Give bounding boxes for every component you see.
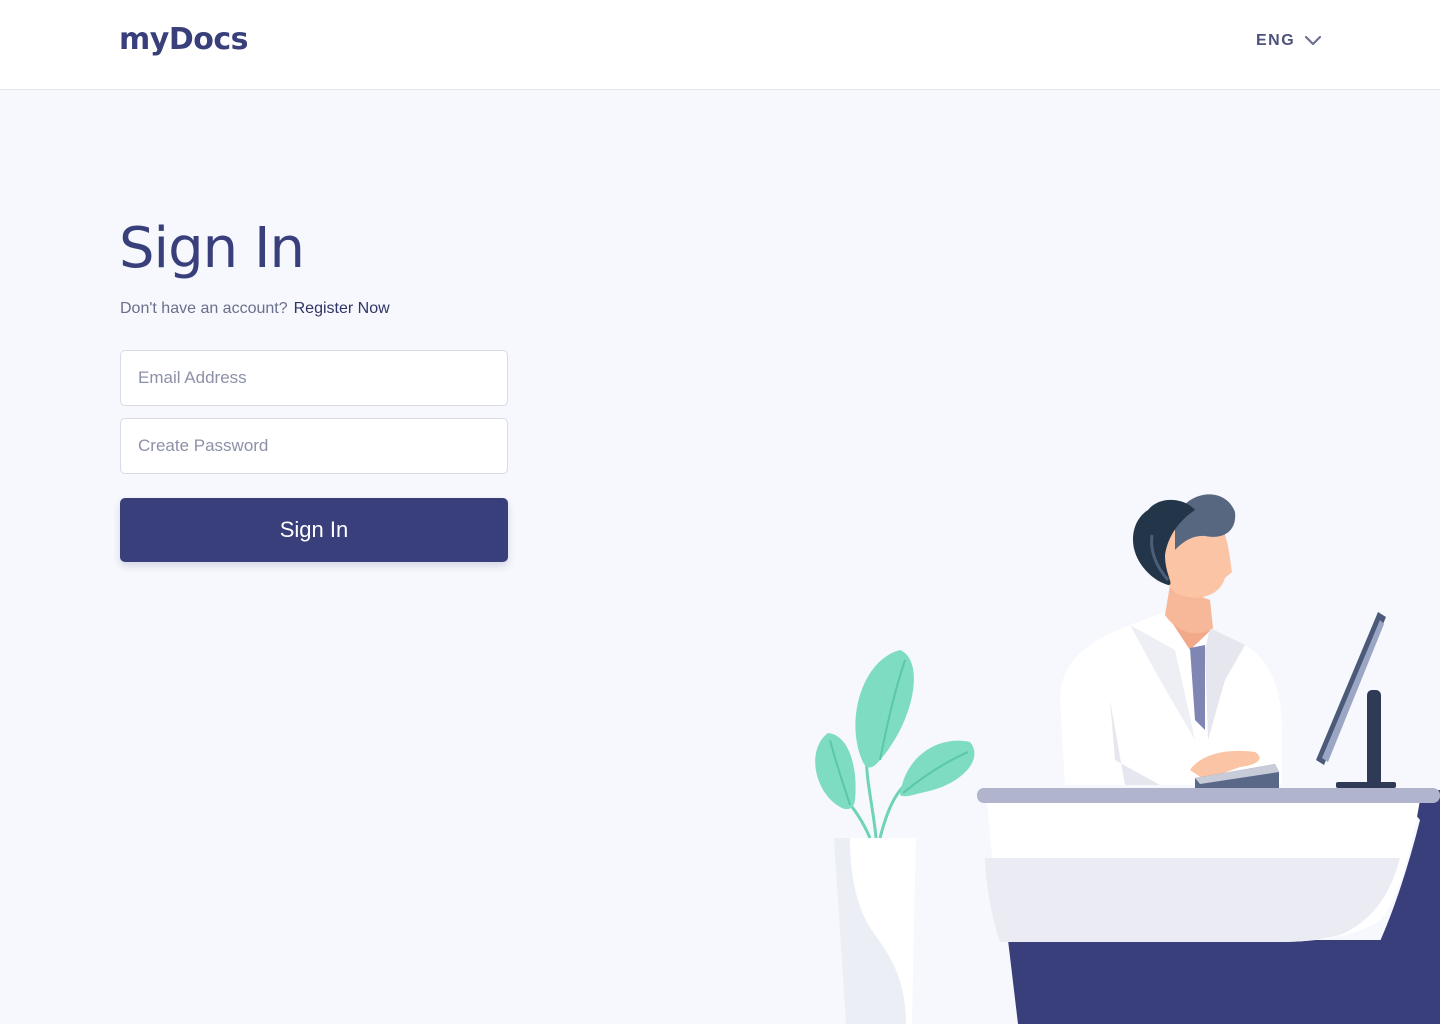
register-prompt-text: Don't have an account? [120,300,288,317]
email-field[interactable] [120,350,508,406]
plant-leaves [815,650,975,839]
logo[interactable]: myDocs [119,22,248,57]
keyboard [1195,764,1279,788]
chevron-down-icon [1305,36,1322,46]
doctor-figure [1060,494,1282,785]
sign-in-button[interactable]: Sign In [120,498,508,562]
register-prompt: Don't have an account? Register Now [120,300,390,318]
page: myDocs ENG Sign In Don't have an account… [0,0,1440,1024]
page-title: Sign In [119,216,305,281]
language-selector[interactable]: ENG [1256,30,1322,52]
top-header: myDocs ENG [0,0,1440,90]
register-now-link[interactable]: Register Now [294,300,390,317]
reception-desk [977,788,1440,1024]
language-label: ENG [1256,32,1296,49]
plant-pot [834,838,916,1024]
password-field[interactable] [120,418,508,474]
computer-monitor [1316,612,1396,788]
